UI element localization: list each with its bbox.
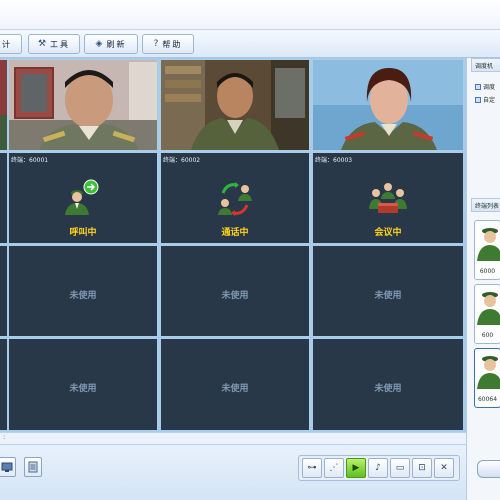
unused-cell[interactable]: 未使用 (313, 339, 463, 430)
terminal-thumb-label: 60064 (477, 396, 498, 403)
video-cell-1[interactable] (9, 60, 157, 150)
calling-icon (65, 179, 99, 215)
link-icon: ⊶ (307, 463, 317, 473)
play-icon: ▶ (352, 463, 360, 473)
video-grid: 终端：60001 呼叫中 终端：60002 通话中 终端：60003 会议中 未… (0, 58, 466, 432)
terminal-state: 会议中 (374, 228, 402, 238)
conference-icon (369, 183, 407, 213)
terminal-state: 呼叫中 (69, 228, 97, 238)
dispatch-item-label: 调度 (483, 84, 496, 91)
dispatch-panel-header: 调度机 (471, 58, 500, 72)
unused-cell[interactable]: 未使用 (161, 339, 309, 430)
terminal-cell-60002[interactable]: 终端：60002 通话中 (161, 153, 309, 243)
video-cell-3[interactable] (313, 60, 463, 150)
status-line: : (0, 432, 466, 444)
terminal-thumb[interactable]: 6000 (474, 220, 500, 280)
close-icon: ✕ (440, 463, 448, 473)
record-button[interactable] (24, 457, 42, 477)
unused-label: 未使用 (69, 291, 97, 301)
terminal-state: 通话中 (221, 228, 249, 238)
statistics-button[interactable]: 计 (0, 34, 22, 54)
bottom-control-bar: ⊶ ⋰ ▶ ♪ ▭ ⊡ ✕ (0, 444, 466, 500)
video-cell-2[interactable] (161, 60, 309, 150)
play-button[interactable]: ▶ (346, 458, 366, 478)
terminal-thumb-selected[interactable]: 60064 (474, 348, 500, 408)
mute-icon: ♪ (375, 463, 381, 473)
dispatch-item-label: 自定 (483, 97, 496, 104)
item-icon (475, 84, 481, 90)
media-control-group: ⊶ ⋰ ▶ ♪ ▭ ⊡ ✕ (298, 455, 460, 481)
dispatch-item-1[interactable]: 调度 (475, 82, 500, 92)
item-icon (475, 97, 481, 103)
unused-label: 未使用 (221, 384, 249, 394)
unused-cell[interactable]: 未使用 (9, 246, 157, 336)
zoom-button[interactable]: ⊡ (412, 458, 432, 478)
unused-label: 未使用 (374, 291, 402, 301)
network-icon: ⋰ (329, 463, 339, 473)
unused-cell[interactable]: 未使用 (161, 246, 309, 336)
toolbar-label-statistics: 计 (2, 39, 12, 49)
terminal-caption: 终端：60001 (11, 157, 49, 164)
close-button[interactable]: ✕ (434, 458, 454, 478)
zoom-icon: ⊡ (418, 463, 426, 473)
document-icon (28, 461, 38, 473)
soldier-avatar-icon (477, 292, 500, 325)
toolbar-label-help: 帮助 (162, 39, 183, 49)
unused-label: 未使用 (69, 384, 97, 394)
unused-label: 未使用 (374, 384, 402, 394)
right-panel: 调度机 调度 自定 终端列表 6000 600 60064 (466, 58, 500, 500)
main-toolbar: 计 ⚒ 工具 ◈ 刷新 ? 帮助 (0, 30, 500, 58)
mute-button[interactable]: ♪ (368, 458, 388, 478)
monitor-button[interactable] (0, 457, 16, 477)
refresh-icon: ◈ (95, 39, 103, 49)
video-feed-image (161, 60, 309, 150)
tools-button[interactable]: ⚒ 工具 (28, 34, 80, 54)
terminal-caption: 终端：60003 (315, 157, 353, 164)
video-feed-image (0, 60, 7, 150)
window-button[interactable]: ▭ (390, 458, 410, 478)
terminal-cell-60003[interactable]: 终端：60003 会议中 (313, 153, 463, 243)
help-button[interactable]: ? 帮助 (142, 34, 194, 54)
tools-icon: ⚒ (37, 39, 47, 49)
video-cell-partial[interactable] (0, 60, 7, 150)
window-title-bar (0, 0, 500, 30)
soldier-avatar-icon (477, 356, 500, 389)
terminal-thumb-label: 600 (481, 332, 494, 339)
link-button[interactable]: ⊶ (302, 458, 322, 478)
terminal-thumb[interactable]: 600 (474, 284, 500, 344)
video-feed-image (9, 60, 157, 150)
toolbar-label-tools: 工具 (50, 39, 71, 49)
terminal-caption: 终端：60002 (163, 157, 201, 164)
refresh-button[interactable]: ◈ 刷新 (84, 34, 138, 54)
help-icon: ? (153, 39, 159, 49)
in-call-icon (218, 182, 252, 216)
terminal-thumb-label: 6000 (479, 268, 496, 275)
panel-toggle-button[interactable] (477, 460, 500, 478)
window-icon: ▭ (395, 463, 405, 473)
terminal-list-header: 终端列表 (471, 198, 500, 212)
grid-cell-partial[interactable] (0, 246, 7, 336)
terminal-cell-60001[interactable]: 终端：60001 呼叫中 (9, 153, 157, 243)
soldier-avatar-icon (477, 228, 500, 261)
network-button[interactable]: ⋰ (324, 458, 344, 478)
unused-cell[interactable]: 未使用 (313, 246, 463, 336)
dispatch-item-2[interactable]: 自定 (475, 95, 500, 105)
monitor-icon (1, 462, 13, 472)
grid-cell-partial[interactable] (0, 153, 7, 243)
video-feed-image (313, 60, 463, 150)
unused-label: 未使用 (221, 291, 249, 301)
grid-cell-partial[interactable] (0, 339, 7, 430)
toolbar-label-refresh: 刷新 (106, 39, 127, 49)
unused-cell[interactable]: 未使用 (9, 339, 157, 430)
